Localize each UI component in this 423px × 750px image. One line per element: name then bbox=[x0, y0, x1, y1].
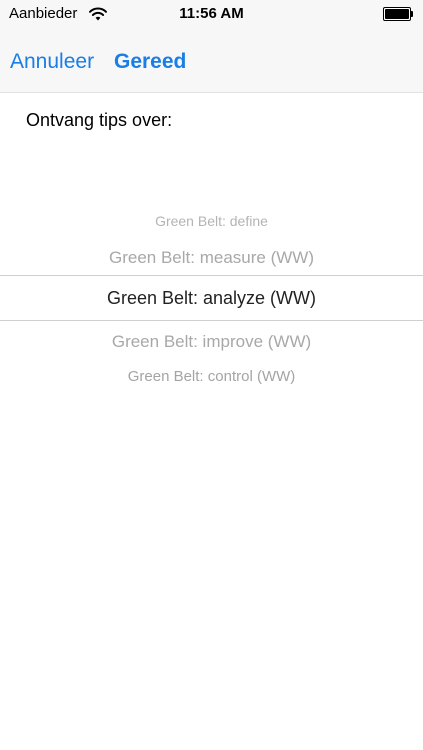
status-bar: Aanbieder 11:56 AM bbox=[0, 0, 423, 30]
done-button[interactable]: Gereed bbox=[114, 50, 186, 74]
nav-bar: Annuleer Gereed bbox=[0, 30, 423, 93]
picker-option-measure[interactable]: Green Belt: measure (WW) bbox=[0, 248, 423, 268]
picker-option-define[interactable]: Green Belt: define bbox=[0, 213, 423, 229]
status-time: 11:56 AM bbox=[179, 5, 244, 22]
picker-selection-line-top bbox=[0, 275, 423, 276]
cancel-button[interactable]: Annuleer bbox=[10, 50, 94, 74]
battery-icon bbox=[383, 7, 414, 21]
tips-label: Ontvang tips over: bbox=[26, 110, 173, 130]
picker-option-analyze-selected[interactable]: Green Belt: analyze (WW) bbox=[0, 288, 423, 309]
picker-option-improve[interactable]: Green Belt: improve (WW) bbox=[0, 332, 423, 352]
tips-picker[interactable]: Green Belt: define Green Belt: measure (… bbox=[0, 200, 423, 400]
picker-option-control[interactable]: Green Belt: control (WW) bbox=[0, 368, 423, 385]
picker-selection-line-bottom bbox=[0, 320, 423, 321]
